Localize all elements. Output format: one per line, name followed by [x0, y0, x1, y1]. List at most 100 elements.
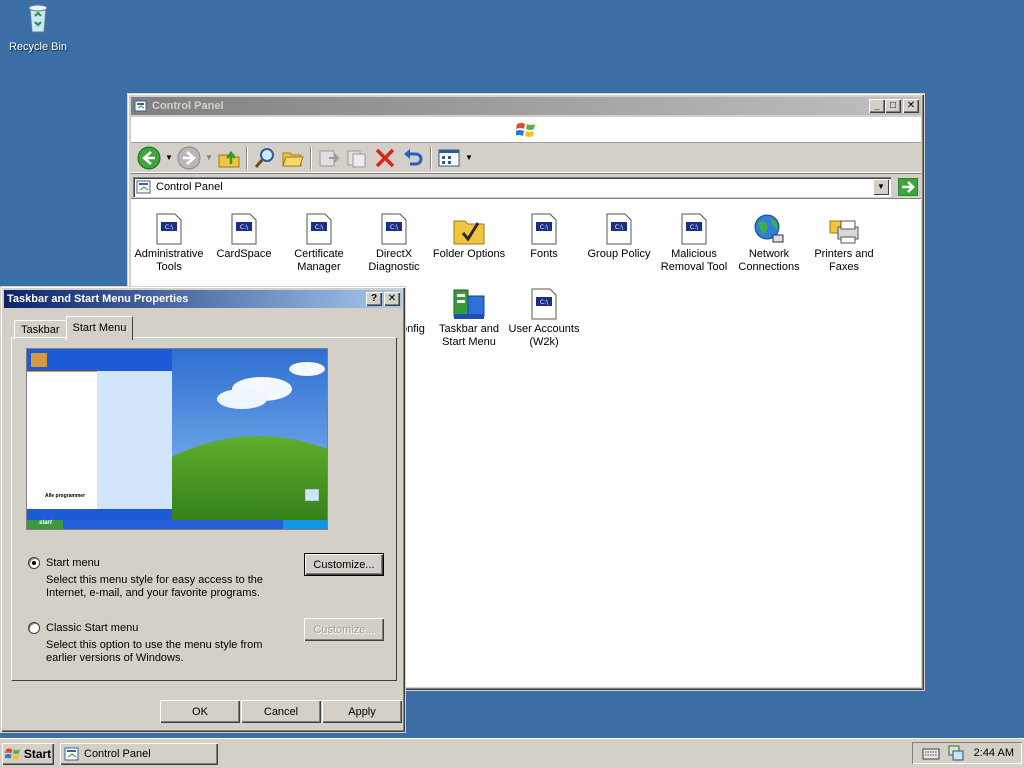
go-button[interactable]	[897, 177, 919, 197]
back-button[interactable]	[135, 145, 163, 171]
cp-item[interactable]: C:\ Malicious Removal Tool	[656, 205, 732, 274]
control-panel-title: Control Panel	[152, 100, 224, 112]
start-button[interactable]: Start	[2, 743, 54, 765]
preview-image	[27, 349, 327, 529]
cp-item[interactable]: C:\ Administrative Tools	[131, 205, 207, 274]
applet-icon: C:\	[306, 213, 332, 245]
applet-icon: C:\	[606, 213, 632, 245]
address-field[interactable]: Control Panel ▼	[133, 176, 891, 197]
folder-options-icon	[453, 220, 485, 245]
cancel-button[interactable]: Cancel	[241, 700, 321, 723]
cp-item[interactable]: C:\ Certificate Manager	[281, 205, 357, 274]
start-menu-label: Start menu	[46, 557, 100, 569]
forward-button[interactable]	[175, 145, 203, 171]
chevron-down-icon: ▼	[877, 182, 885, 191]
recycle-bin-icon	[28, 4, 48, 33]
search-button[interactable]	[251, 145, 279, 171]
cp-item[interactable]: C:\ CardSpace	[206, 205, 282, 261]
cp-item[interactable]: Network Connections	[731, 205, 807, 274]
classic-menu-desc: Select this option to use the menu style…	[46, 639, 263, 664]
network-icon	[754, 214, 784, 243]
forward-dropdown[interactable]: ▼	[203, 145, 215, 171]
svg-text:C:\: C:\	[240, 224, 249, 231]
recycle-bin-label: Recycle Bin	[8, 41, 68, 53]
go-arrow-icon	[898, 177, 918, 196]
start-menu-option[interactable]: Start menu	[28, 557, 100, 569]
taskbar: Start Control Panel 2:44 AM	[0, 738, 1024, 768]
folders-button[interactable]	[279, 145, 307, 171]
cp-item[interactable]: C:\ User Accounts (W2k)	[506, 280, 582, 349]
cp-item[interactable]: Taskbar and Start Menu	[431, 280, 507, 349]
views-dropdown[interactable]: ▼	[463, 145, 475, 171]
help-button[interactable]: ?	[366, 292, 382, 306]
customize-classic-button[interactable]: Customize...	[304, 618, 384, 641]
preview-start-label: start	[39, 520, 53, 526]
ok-button[interactable]: OK	[160, 700, 240, 723]
start-menu-radio[interactable]	[28, 557, 40, 569]
cp-item[interactable]: Folder Options	[431, 205, 507, 261]
start-menu-preview: Alle programmer start	[26, 348, 328, 530]
taskbar-properties-dialog: Taskbar and Start Menu Properties ? ✕ Ta…	[0, 286, 406, 733]
undo-icon	[404, 148, 423, 165]
forward-arrow-icon	[177, 146, 201, 169]
toolbar-separator	[246, 146, 248, 169]
control-panel-icon	[136, 180, 151, 193]
svg-text:C:\: C:\	[165, 224, 174, 231]
close-button[interactable]: ✕	[903, 99, 919, 113]
recycle-bin[interactable]: Recycle Bin	[6, 2, 70, 53]
start-label: Start	[23, 746, 52, 761]
printer-icon	[829, 220, 859, 244]
control-panel-icon	[64, 747, 79, 760]
windows-logo-icon	[4, 748, 20, 759]
back-arrow-icon	[137, 146, 161, 169]
close-button[interactable]: ✕	[384, 292, 400, 306]
taskbar-button-control-panel[interactable]: Control Panel	[60, 743, 218, 765]
preview-all-programs: Alle programmer	[45, 493, 86, 499]
copy-to-icon	[347, 150, 366, 167]
standard-toolbar: ▼ ▼ ▼	[131, 143, 921, 173]
classic-menu-option[interactable]: Classic Start menu	[28, 622, 138, 634]
control-panel-icon	[134, 100, 147, 112]
move-to-button[interactable]	[315, 145, 343, 171]
network-connection-icon[interactable]	[948, 745, 964, 761]
delete-icon	[375, 148, 395, 167]
dialog-titlebar[interactable]: Taskbar and Start Menu Properties ? ✕	[4, 290, 402, 308]
customize-start-button[interactable]: Customize...	[304, 553, 384, 576]
clock[interactable]: 2:44 AM	[974, 747, 1014, 759]
applet-icon: C:\	[531, 213, 557, 245]
taskbar-button-label: Control Panel	[84, 747, 151, 760]
up-folder-button[interactable]	[215, 145, 243, 171]
cp-item[interactable]: C:\ Group Policy	[581, 205, 657, 261]
classic-menu-radio[interactable]	[28, 622, 40, 634]
back-dropdown[interactable]: ▼	[163, 145, 175, 171]
cp-item[interactable]: Printers and Faxes	[806, 205, 882, 274]
minimize-button[interactable]: _	[869, 99, 885, 113]
apply-button[interactable]: Apply	[322, 700, 402, 723]
applet-icon: C:\	[156, 213, 182, 245]
tab-start-menu[interactable]: Start Menu	[65, 316, 134, 340]
move-to-icon	[319, 150, 340, 166]
toolbar-separator	[310, 146, 312, 169]
applet-icon: C:\	[681, 213, 707, 245]
chevron-down-icon: ▼	[165, 153, 173, 162]
undo-button[interactable]	[399, 145, 427, 171]
taskbar-icon	[453, 289, 485, 319]
delete-button[interactable]	[371, 145, 399, 171]
keyboard-icon[interactable]	[922, 746, 940, 760]
classic-menu-label: Classic Start menu	[46, 622, 139, 634]
applet-icon: C:\	[231, 213, 257, 245]
address-dropdown-button[interactable]: ▼	[873, 178, 889, 195]
chevron-down-icon: ▼	[465, 153, 473, 162]
cp-item[interactable]: C:\ DirectX Diagnostic	[356, 205, 432, 274]
control-panel-titlebar[interactable]: Control Panel _ □ ✕	[131, 97, 921, 115]
applet-icon: C:\	[381, 213, 407, 245]
toolbar-separator	[430, 146, 432, 169]
svg-text:C:\: C:\	[315, 224, 324, 231]
copy-to-button[interactable]	[343, 145, 371, 171]
applet-icon: C:\	[531, 288, 557, 320]
address-bar: Control Panel ▼	[131, 173, 921, 199]
cp-item[interactable]: C:\ Fonts	[506, 205, 582, 261]
views-button[interactable]	[435, 145, 463, 171]
maximize-button[interactable]: □	[885, 99, 901, 113]
chevron-down-icon: ▼	[205, 153, 213, 162]
